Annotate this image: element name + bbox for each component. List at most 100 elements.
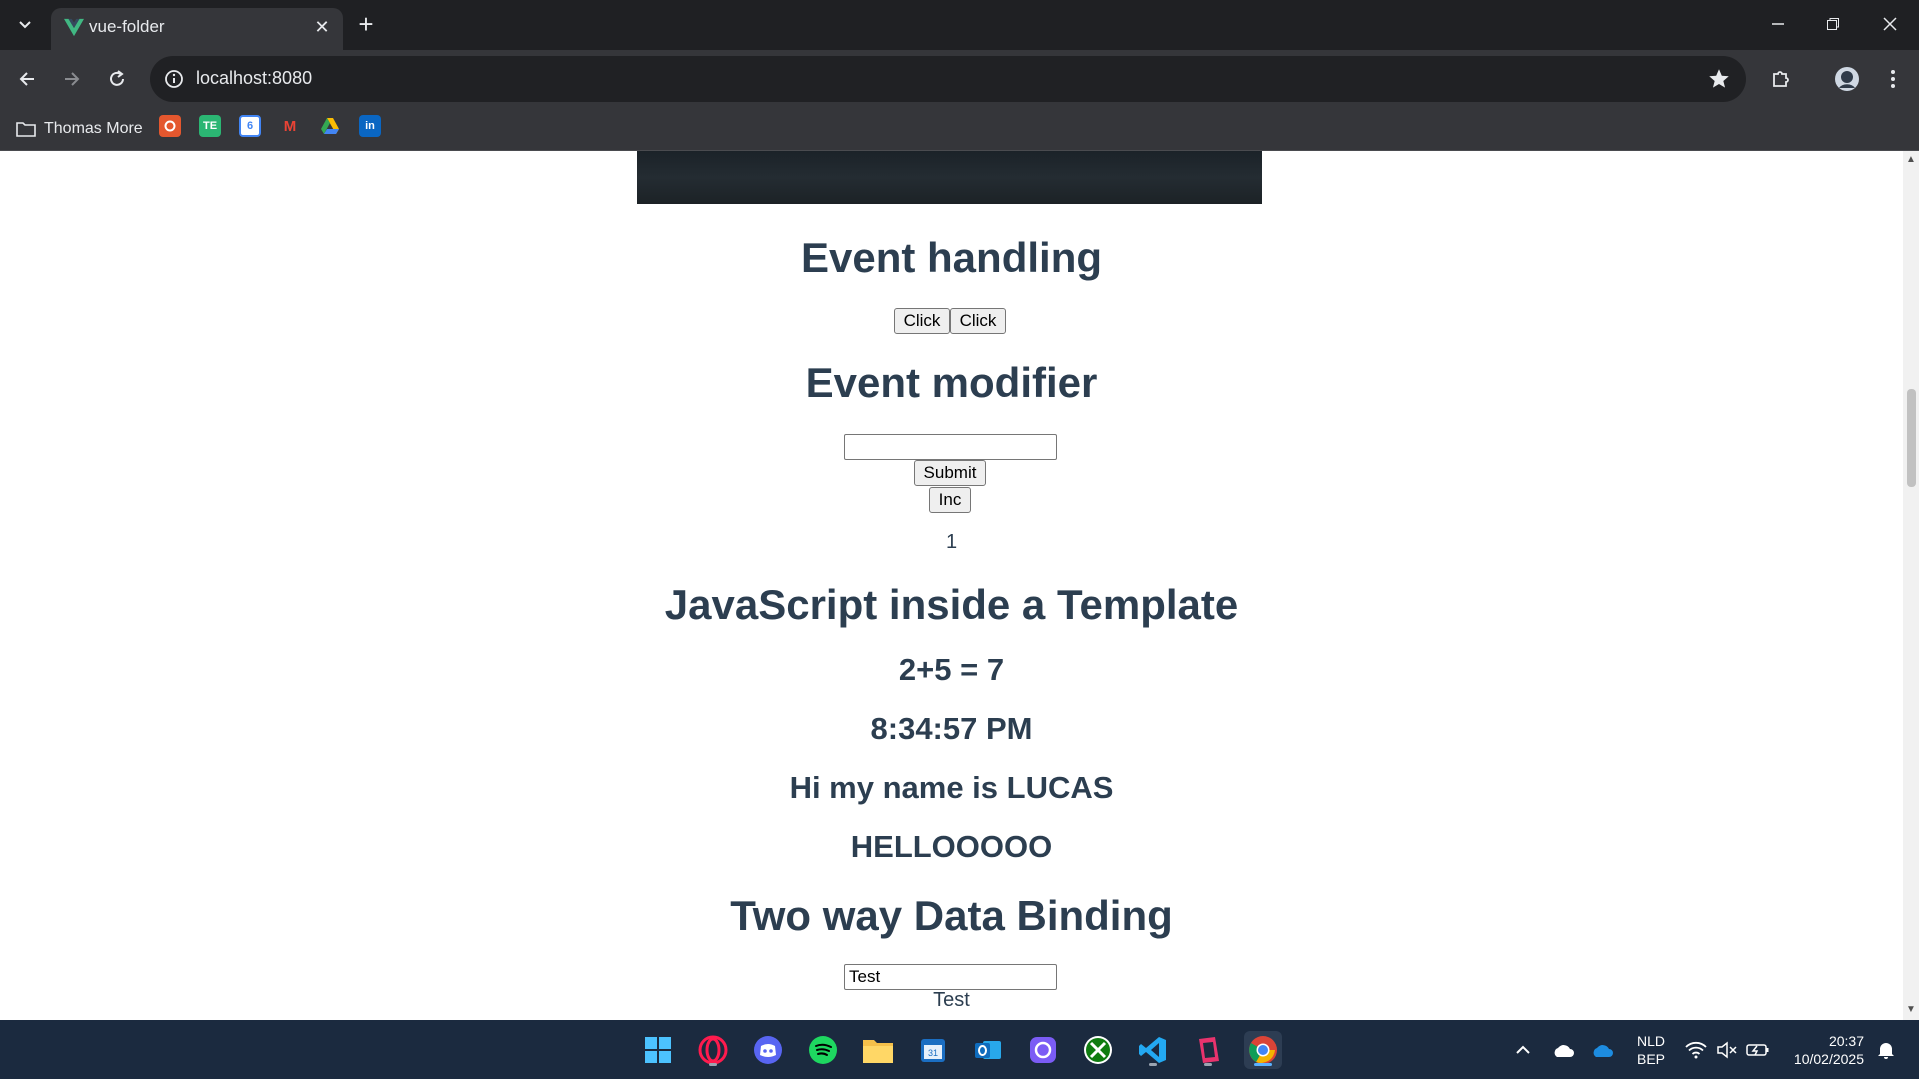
volume-muted-icon[interactable] — [1714, 1037, 1740, 1063]
bookmark-gmail-icon[interactable]: M — [279, 115, 301, 137]
chrome-icon — [1249, 1036, 1277, 1064]
running-indicator — [709, 1063, 717, 1066]
extensions-button[interactable] — [1766, 64, 1796, 94]
binding-mirror-text: Test — [933, 989, 970, 1011]
tab-close-icon[interactable]: ✕ — [311, 16, 333, 38]
binding-text-input[interactable]: Test — [844, 964, 1057, 990]
proton-icon — [1030, 1037, 1056, 1063]
start-button[interactable] — [639, 1031, 677, 1069]
outlook-icon — [975, 1041, 1001, 1059]
url-text[interactable]: localhost:8080 — [196, 68, 312, 89]
minimize-button[interactable] — [1758, 8, 1798, 40]
puzzle-icon — [1773, 71, 1789, 87]
restore-button[interactable] — [1813, 8, 1853, 40]
taskbar-opera-gx[interactable] — [694, 1031, 732, 1069]
inc-button[interactable]: Inc — [929, 487, 971, 513]
wifi-icon[interactable] — [1683, 1037, 1709, 1063]
browser-tab-active[interactable]: vue-folder ✕ — [51, 8, 343, 50]
running-indicator — [1204, 1063, 1212, 1066]
restore-icon — [1827, 18, 1839, 30]
scroll-up-arrow-icon[interactable]: ▲ — [1906, 155, 1916, 165]
address-bar[interactable]: localhost:8080 — [150, 56, 1746, 102]
bookmark-star-icon[interactable] — [1706, 66, 1732, 92]
discord-icon — [754, 1036, 782, 1064]
taskbar-discord[interactable] — [749, 1031, 787, 1069]
modifier-text-input[interactable] — [844, 434, 1057, 460]
bookmark-drive-icon[interactable] — [319, 115, 341, 137]
bookmark-linkedin-icon[interactable]: in — [359, 115, 381, 137]
taskbar-outlook[interactable] — [969, 1031, 1007, 1069]
click-button-2[interactable]: Click — [950, 308, 1006, 334]
taskbar-file-explorer[interactable] — [859, 1031, 897, 1069]
bookmark-git-icon[interactable] — [159, 115, 181, 137]
sum-expression: 2+5 = 7 — [898, 652, 1005, 687]
greeting-text: Hi my name is LUCAS — [789, 770, 1114, 805]
notification-bell-icon[interactable] — [1873, 1037, 1899, 1063]
battery-charging-icon[interactable] — [1745, 1037, 1771, 1063]
vscode-icon — [1139, 1037, 1166, 1063]
heading-js-template: JavaScript inside a Template — [664, 581, 1239, 628]
close-window-button[interactable] — [1870, 8, 1910, 40]
click-button-1[interactable]: Click — [894, 308, 950, 334]
hello-text: HELLOOOOO — [850, 829, 1053, 864]
forward-button[interactable] — [55, 62, 89, 96]
profile-avatar[interactable] — [1832, 64, 1862, 94]
counter-value: 1 — [945, 531, 958, 553]
bookmark-te-icon[interactable]: TE — [199, 115, 221, 137]
page-scrollbar[interactable]: ▲ ▼ — [1903, 151, 1919, 1020]
browser-titlebar: vue-folder ✕ + — [0, 0, 1919, 50]
bookmark-folder-thomas-more[interactable]: Thomas More — [16, 116, 143, 142]
taskbar-postman[interactable] — [1189, 1031, 1227, 1069]
folder-icon — [16, 122, 36, 137]
back-button[interactable] — [10, 62, 44, 96]
page-viewport: Event handling Click Click Event modifie… — [0, 151, 1903, 1020]
clock-date: 10/02/2025 — [1793, 1051, 1864, 1067]
scroll-down-arrow-icon[interactable]: ▼ — [1906, 1005, 1916, 1015]
keyboard-layout: BEP — [1636, 1051, 1665, 1067]
opera-icon — [698, 1035, 728, 1065]
clock[interactable]: 20:37 10/02/2025 — [1780, 1032, 1864, 1068]
site-info-icon[interactable] — [162, 67, 186, 91]
new-tab-button[interactable]: + — [352, 9, 380, 39]
minimize-icon — [1772, 23, 1784, 25]
tray-overflow-chevron-icon[interactable] — [1510, 1037, 1536, 1063]
arrow-right-icon — [65, 72, 80, 86]
close-icon — [1883, 17, 1897, 31]
tab-search-button[interactable] — [10, 12, 40, 38]
language-indicator[interactable]: NLD BEP — [1628, 1032, 1674, 1068]
scroll-thumb[interactable] — [1907, 389, 1916, 487]
taskbar-vscode[interactable] — [1134, 1031, 1172, 1069]
clock-time: 20:37 — [1828, 1033, 1864, 1049]
submit-button[interactable]: Submit — [914, 460, 986, 486]
onedrive-business-icon[interactable] — [1589, 1037, 1615, 1063]
app-icon — [1199, 1037, 1219, 1063]
kebab-menu-icon — [1891, 70, 1895, 88]
bookmark-calendar-icon[interactable]: 6 — [239, 115, 261, 137]
windows-logo-icon — [645, 1037, 671, 1063]
heading-event-handling: Event handling — [800, 234, 1102, 281]
language-code: NLD — [1636, 1033, 1665, 1049]
browser-menu-button[interactable] — [1878, 64, 1908, 94]
taskbar-spotify[interactable] — [804, 1031, 842, 1069]
taskbar-proton[interactable] — [1024, 1031, 1062, 1069]
chevron-down-icon — [19, 21, 31, 29]
reload-button[interactable] — [100, 62, 134, 96]
svg-text:31: 31 — [928, 1048, 938, 1058]
calendar-icon: 31 — [921, 1039, 945, 1062]
taskbar-calendar[interactable]: 31 — [914, 1031, 952, 1069]
windows-taskbar: 31 NLD BEP 20:37 10/02/2025 — [0, 1020, 1919, 1079]
taskbar-chrome[interactable] — [1244, 1031, 1282, 1069]
folder-icon — [863, 1040, 893, 1063]
onedrive-personal-icon[interactable] — [1550, 1037, 1576, 1063]
heading-event-modifier: Event modifier — [805, 359, 1098, 406]
taskbar-xbox[interactable] — [1079, 1031, 1117, 1069]
reload-icon — [110, 70, 124, 86]
arrow-left-icon — [19, 72, 34, 86]
spotify-icon — [809, 1036, 837, 1064]
bookmark-folder-label: Thomas More — [44, 120, 143, 137]
current-time: 8:34:57 PM — [870, 711, 1033, 746]
avatar-icon — [1835, 67, 1859, 91]
heading-two-way-binding: Two way Data Binding — [730, 892, 1173, 939]
header-image — [637, 151, 1262, 204]
tab-title: vue-folder — [89, 17, 165, 36]
